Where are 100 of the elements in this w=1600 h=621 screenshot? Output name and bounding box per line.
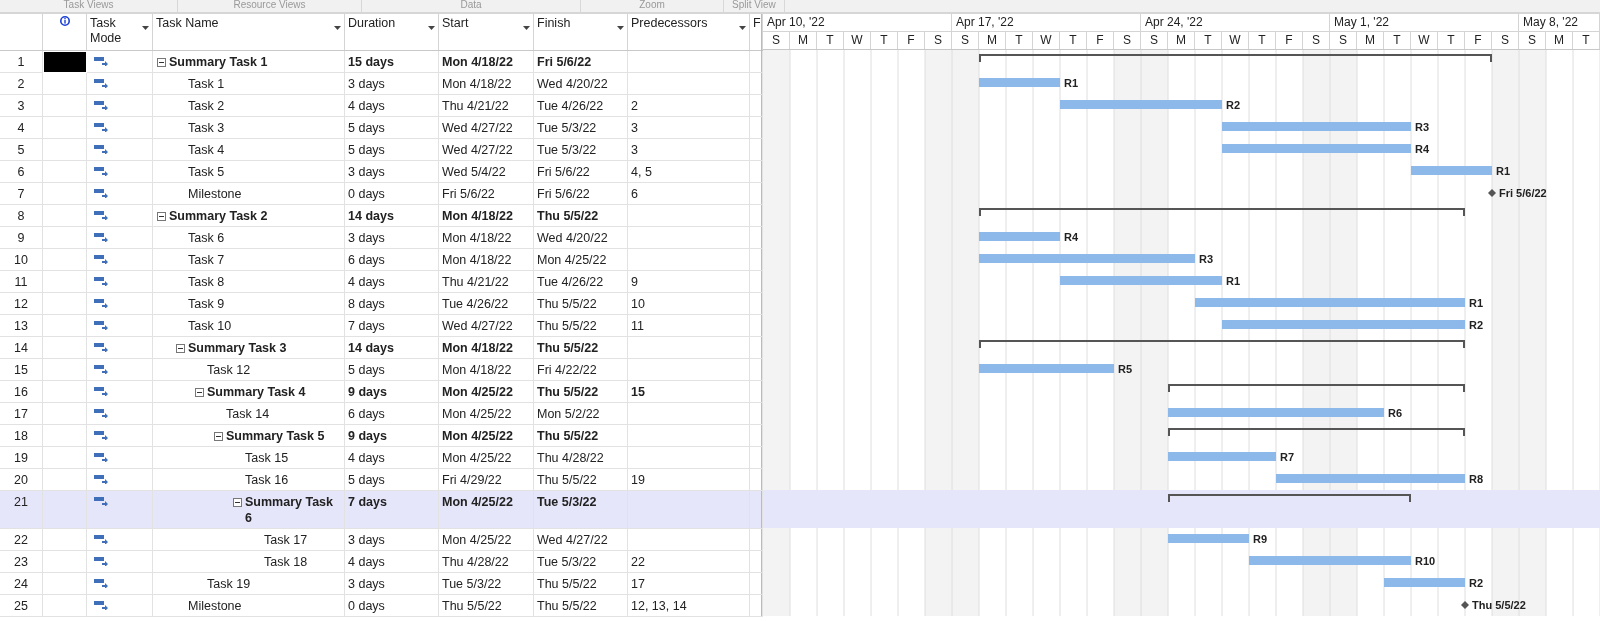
task-row[interactable]: 1 Summary Task 1 15 days Mon 4/18/22 Fri 5/6/22 [0,51,761,73]
row-number: 25 [14,599,28,613]
predecessors-cell: 12, 13, 14 [631,599,687,613]
bar-label: R9 [1253,533,1268,545]
task-name: Summary Task 4 [207,384,306,400]
finish-date: Thu 5/5/22 [537,473,597,487]
bar-label: R1 [1226,275,1241,287]
day-label: M [1357,32,1384,49]
dropdown-caret-icon[interactable] [523,26,530,30]
task-mode-icon [94,430,108,440]
duration-cell: 5 days [348,121,385,135]
row-number: 21 [14,495,28,509]
row-number: 20 [14,473,28,487]
start-date: Mon 4/25/22 [442,385,513,399]
task-row[interactable]: 22 Task 17 3 days Mon 4/25/22 Wed 4/27/22 [0,529,761,551]
collapse-toggle-icon[interactable] [157,58,166,67]
task-row[interactable]: 16 Summary Task 4 9 days Mon 4/25/22 Thu 5/5/22 15 [0,381,761,403]
task-row[interactable]: 2 Task 1 3 days Mon 4/18/22 Wed 4/20/22 [0,73,761,95]
task-row[interactable]: 4 Task 3 5 days Wed 4/27/22 Tue 5/3/22 3 [0,117,761,139]
column-header[interactable]: Predecessors [631,16,708,31]
start-date: Wed 4/27/22 [442,143,513,157]
task-row[interactable]: 24 Task 19 3 days Tue 5/3/22 Thu 5/5/22 17 [0,573,761,595]
task-name: Task 9 [188,296,225,312]
collapse-toggle-icon[interactable] [157,212,166,221]
summary-bar[interactable] [979,340,1465,349]
predecessors-cell: 10 [631,297,645,311]
dropdown-caret-icon[interactable] [617,26,624,30]
finish-date: Mon 4/25/22 [537,253,607,267]
task-row[interactable]: 20 Task 16 5 days Fri 4/29/22 Thu 5/5/22 19 [0,469,761,491]
finish-date: Fri 4/22/22 [537,363,597,377]
day-label: W [1411,32,1438,49]
day-label: M [1168,32,1195,49]
predecessors-cell: 3 [631,143,638,157]
task-row[interactable]: 10 Task 7 6 days Mon 4/18/22 Mon 4/25/22 [0,249,761,271]
task-row[interactable]: 9 Task 6 3 days Mon 4/18/22 Wed 4/20/22 [0,227,761,249]
task-name: Task 7 [188,252,225,268]
task-row[interactable]: 11 Task 8 4 days Thu 4/21/22 Tue 4/26/22 9 [0,271,761,293]
day-label: F [1465,32,1492,49]
task-mode-icon [94,534,108,544]
milestone-marker[interactable] [1461,601,1469,609]
column-header[interactable]: Task Mode [90,16,142,46]
dropdown-caret-icon[interactable] [334,26,341,30]
task-row[interactable]: 18 Summary Task 5 9 days Mon 4/25/22 Thu 5/5/22 [0,425,761,447]
milestone-marker[interactable] [1488,189,1496,197]
task-row[interactable]: 21 Summary Task 6 7 days Mon 4/25/22 Tue 5/3/22 [0,491,761,529]
task-mode-icon [94,188,108,198]
task-row[interactable]: 19 Task 15 4 days Mon 4/25/22 Thu 4/28/22 [0,447,761,469]
task-row[interactable]: 13 Task 10 7 days Wed 4/27/22 Thu 5/5/22 11 [0,315,761,337]
task-row[interactable]: 5 Task 4 5 days Wed 4/27/22 Tue 5/3/22 3 [0,139,761,161]
column-header[interactable]: Task Name [156,16,219,31]
task-row[interactable]: 6 Task 5 3 days Wed 5/4/22 Fri 5/6/22 4, 5 [0,161,761,183]
task-row[interactable]: 3 Task 2 4 days Thu 4/21/22 Tue 4/26/22 2 [0,95,761,117]
start-date: Wed 5/4/22 [442,165,506,179]
collapse-toggle-icon[interactable] [195,388,204,397]
task-name: Task 16 [245,472,289,488]
summary-bar[interactable] [979,54,1492,63]
task-name: Task 1 [188,76,225,92]
day-label: T [1384,32,1411,49]
collapse-toggle-icon[interactable] [214,432,223,441]
start-date: Mon 4/25/22 [442,429,513,443]
summary-bar[interactable] [1168,384,1465,393]
task-row[interactable]: 15 Task 12 5 days Mon 4/18/22 Fri 4/22/22 [0,359,761,381]
column-header[interactable]: F [753,16,761,31]
day-label: S [925,32,952,49]
finish-date: Tue 5/3/22 [537,143,597,157]
column-header[interactable]: Start [442,16,469,31]
summary-bar[interactable] [979,208,1465,217]
task-row[interactable]: 25 Milestone 0 days Thu 5/5/22 Thu 5/5/22 12, 13, 14 [0,595,761,617]
task-row[interactable]: 7 Milestone 0 days Fri 5/6/22 Fri 5/6/22 6 [0,183,761,205]
task-name: Task 17 [264,532,308,548]
column-header[interactable]: Finish [537,16,571,31]
task-mode-icon [94,386,108,396]
summary-bar[interactable] [1168,494,1411,503]
task-name: Task 14 [226,406,270,422]
collapse-toggle-icon[interactable] [176,344,185,353]
duration-cell: 4 days [348,555,385,569]
column-header[interactable]: Duration [348,16,396,31]
row-number: 24 [14,577,28,591]
task-row[interactable]: 17 Task 14 6 days Mon 4/25/22 Mon 5/2/22 [0,403,761,425]
task-row[interactable]: 23 Task 18 4 days Thu 4/28/22 Tue 5/3/22 22 [0,551,761,573]
predecessors-cell: 17 [631,577,645,591]
task-row[interactable]: 14 Summary Task 3 14 days Mon 4/18/22 Thu 5/5/22 [0,337,761,359]
duration-cell: 3 days [348,533,385,547]
start-date: Wed 4/27/22 [442,121,513,135]
bar-label: R4 [1415,143,1430,155]
task-mode-icon [94,276,108,286]
dropdown-caret-icon[interactable] [428,26,435,30]
dropdown-caret-icon[interactable] [142,26,149,30]
duration-cell: 5 days [348,363,385,377]
dropdown-caret-icon[interactable] [739,26,746,30]
summary-bar[interactable] [1168,428,1465,437]
task-row[interactable]: 12 Task 9 8 days Tue 4/26/22 Thu 5/5/22 10 [0,293,761,315]
row-number: 5 [17,143,25,157]
task-row[interactable]: 8 Summary Task 2 14 days Mon 4/18/22 Thu 5/5/22 [0,205,761,227]
day-label: T [1195,32,1222,49]
collapse-toggle-icon[interactable] [233,498,242,507]
finish-date: Thu 4/28/22 [537,451,604,465]
task-name: Task 10 [188,318,232,334]
bar-label: R1 [1496,165,1511,177]
duration-cell: 3 days [348,231,385,245]
